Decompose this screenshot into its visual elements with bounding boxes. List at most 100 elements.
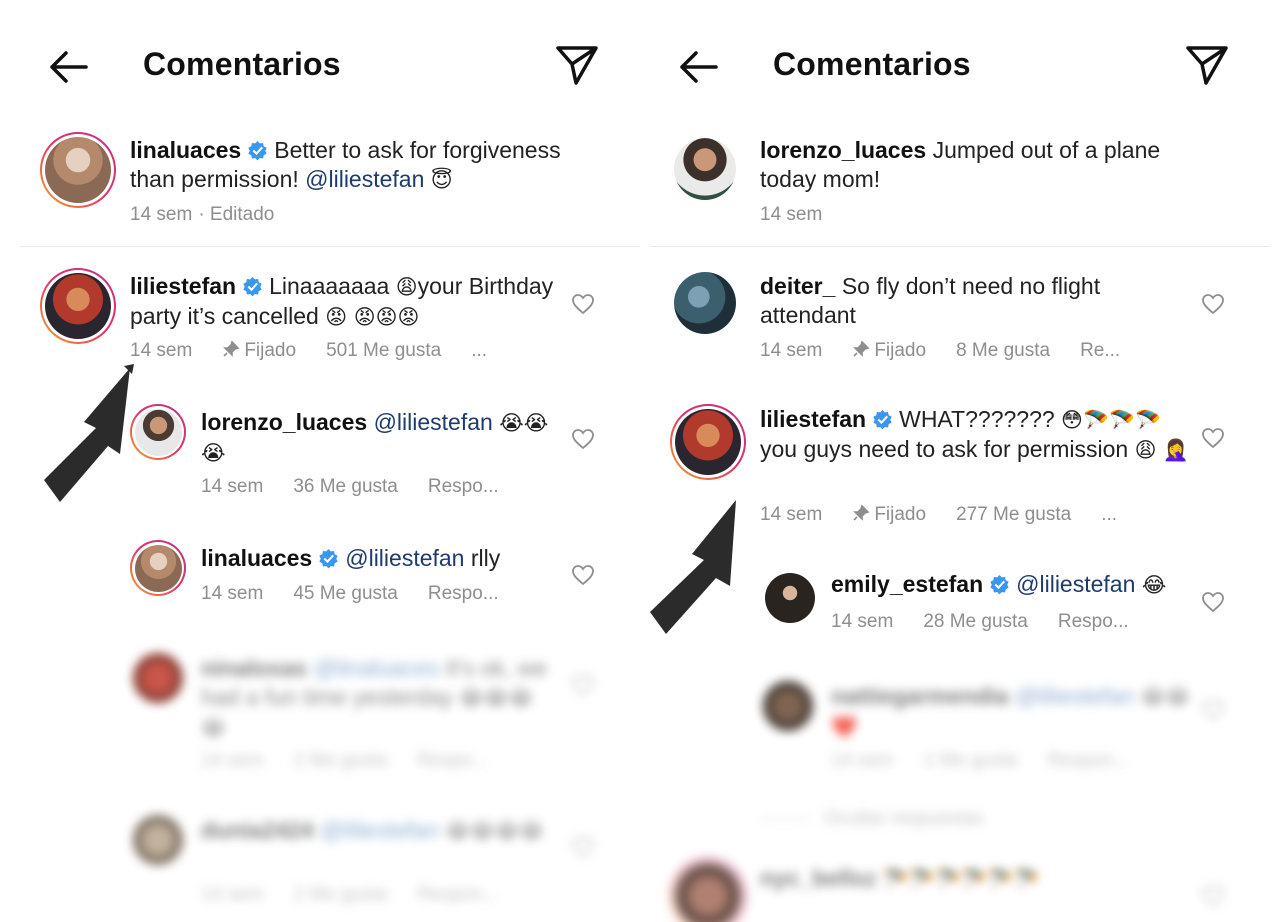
heart-outline-icon[interactable] <box>571 292 595 316</box>
username[interactable]: lorenzo_luaces <box>201 409 367 435</box>
header: Comentarios <box>10 0 640 130</box>
verified-badge-icon <box>243 277 262 297</box>
more-options[interactable]: ... <box>471 340 487 361</box>
reply-button[interactable]: Respon... <box>417 884 498 905</box>
comment-text: you guys need to ask for permission <box>760 436 1129 462</box>
mention[interactable]: @liliestefan <box>1015 683 1134 709</box>
header: Comentarios <box>640 0 1270 130</box>
username[interactable]: emily_estefan <box>831 571 983 597</box>
timestamp: 14 sem <box>130 204 193 225</box>
comment-meta: 14 sem Fijado 277 Me gusta... <box>760 504 1147 526</box>
likes-count[interactable]: 2 Me gusta <box>293 750 387 771</box>
annotation-arrow <box>650 500 736 634</box>
avatar[interactable] <box>130 812 186 868</box>
comment-meta: 14 sem Fijado 501 Me gusta... <box>130 340 517 362</box>
emoji: 😂😂😂😂 <box>445 819 544 843</box>
avatar[interactable] <box>130 540 186 596</box>
left-screenshot: Comentarios linaluaces Better to ask for … <box>10 0 640 922</box>
timestamp: 14 sem <box>201 750 264 771</box>
likes-count[interactable]: 277 Me gusta <box>956 504 1071 525</box>
heart-outline-icon[interactable] <box>571 563 595 587</box>
username[interactable]: liliestefan <box>760 406 866 432</box>
emoji: 😡 😡😡😡 <box>325 305 420 329</box>
likes-count[interactable]: 36 Me gusta <box>293 476 398 497</box>
comment-text: WHAT??????? <box>899 406 1055 432</box>
pinned-label: Fijado <box>852 504 926 525</box>
heart-outline-icon[interactable] <box>1201 590 1225 614</box>
paper-plane-icon[interactable] <box>1182 40 1232 90</box>
comment-meta: 14 sem 36 Me gusta Respo... <box>201 476 529 498</box>
edited-label: · Editado <box>198 204 275 225</box>
heart-outline-icon[interactable] <box>571 427 595 451</box>
likes-count[interactable]: 45 Me gusta <box>293 583 398 604</box>
arrow-left-icon[interactable] <box>46 45 90 89</box>
reply-button[interactable]: Respo... <box>1058 611 1129 632</box>
heart-outline-icon[interactable] <box>571 673 595 697</box>
more-options[interactable]: ... <box>1101 504 1117 525</box>
likes-count[interactable]: 28 Me gusta <box>923 611 1028 632</box>
username[interactable]: deiter_ <box>760 273 835 299</box>
avatar[interactable] <box>672 270 738 336</box>
likes-count[interactable]: 2 Me gusta <box>293 884 387 905</box>
reply-button[interactable]: Respo... <box>428 476 499 497</box>
pin-icon <box>223 340 240 357</box>
page-title: Comentarios <box>773 46 971 82</box>
username[interactable]: nattiegarmendia <box>831 683 1009 709</box>
timestamp: 14 sem <box>760 504 823 525</box>
divider <box>20 246 640 247</box>
pinned-label: Fijado <box>222 340 296 361</box>
emoji: 😩 <box>1134 438 1157 462</box>
emoji: 🤦‍♀️ <box>1162 438 1190 462</box>
username[interactable]: dunia2424 <box>201 817 314 843</box>
comment-meta: 14 sem 45 Me gusta Respo... <box>201 583 529 605</box>
arrow-left-icon[interactable] <box>676 45 720 89</box>
comment-meta: 14 sem 28 Me gusta Respo... <box>831 611 1159 633</box>
timestamp: 14 sem <box>831 611 894 632</box>
username[interactable]: linaluaces <box>201 545 312 571</box>
avatar[interactable] <box>670 858 746 922</box>
reply-button[interactable]: Respo... <box>428 583 499 604</box>
avatar[interactable] <box>40 132 116 208</box>
avatar[interactable] <box>40 268 116 344</box>
mention[interactable]: @liliestefan <box>374 409 493 435</box>
comment-meta: 14 sem 1 Me gusta Respon... <box>831 750 1159 772</box>
emoji: 😩 <box>395 275 418 299</box>
avatar[interactable] <box>762 570 818 626</box>
mention[interactable]: @liliestefan <box>345 545 464 571</box>
comment-meta: 14 sem Fijado 8 Me gusta Re... <box>760 340 1150 362</box>
avatar[interactable] <box>670 404 746 480</box>
paper-plane-icon[interactable] <box>552 40 602 90</box>
heart-outline-icon[interactable] <box>1201 884 1225 908</box>
username[interactable]: liliestefan <box>130 273 236 299</box>
comment-meta: 14 sem 2 Me gusta Respo... <box>201 750 518 772</box>
reply-button[interactable]: Re... <box>1080 340 1120 361</box>
hide-replies-button[interactable]: Ocultar respuestas <box>760 808 1013 830</box>
likes-count[interactable]: 8 Me gusta <box>956 340 1050 361</box>
heart-outline-icon[interactable] <box>1201 292 1225 316</box>
heart-outline-icon[interactable] <box>1201 426 1225 450</box>
username[interactable]: linaluaces <box>130 137 241 163</box>
username[interactable]: ninaloxas <box>201 655 307 681</box>
username[interactable]: nyc_bellsz <box>760 865 876 891</box>
comment-meta: 14 sem <box>760 204 852 226</box>
avatar[interactable] <box>760 678 816 734</box>
avatar[interactable] <box>672 136 738 202</box>
heart-outline-icon[interactable] <box>1201 698 1225 722</box>
mention[interactable]: @liliestefan <box>305 166 424 192</box>
heart-outline-icon[interactable] <box>571 835 595 859</box>
mention[interactable]: @liliestefan <box>1016 571 1135 597</box>
comment-meta: 14 sem 2 Me gusta Respon... <box>201 884 529 906</box>
reply-button[interactable]: Respo... <box>417 750 488 771</box>
mention[interactable]: @liliestefan <box>320 817 439 843</box>
mention[interactable]: @linaluaces <box>314 655 440 681</box>
pinned-label: Fijado <box>852 340 926 361</box>
avatar[interactable] <box>130 650 186 706</box>
emoji: 😂 <box>1141 573 1167 597</box>
right-screenshot: Comentarios lorenzo_luaces Jumped out of… <box>640 0 1270 922</box>
likes-count[interactable]: 1 Me gusta <box>923 750 1017 771</box>
reply-button[interactable]: Respon... <box>1047 750 1128 771</box>
timestamp: 14 sem <box>831 750 894 771</box>
username[interactable]: lorenzo_luaces <box>760 137 926 163</box>
likes-count[interactable]: 501 Me gusta <box>326 340 441 361</box>
timestamp: 14 sem <box>201 583 264 604</box>
